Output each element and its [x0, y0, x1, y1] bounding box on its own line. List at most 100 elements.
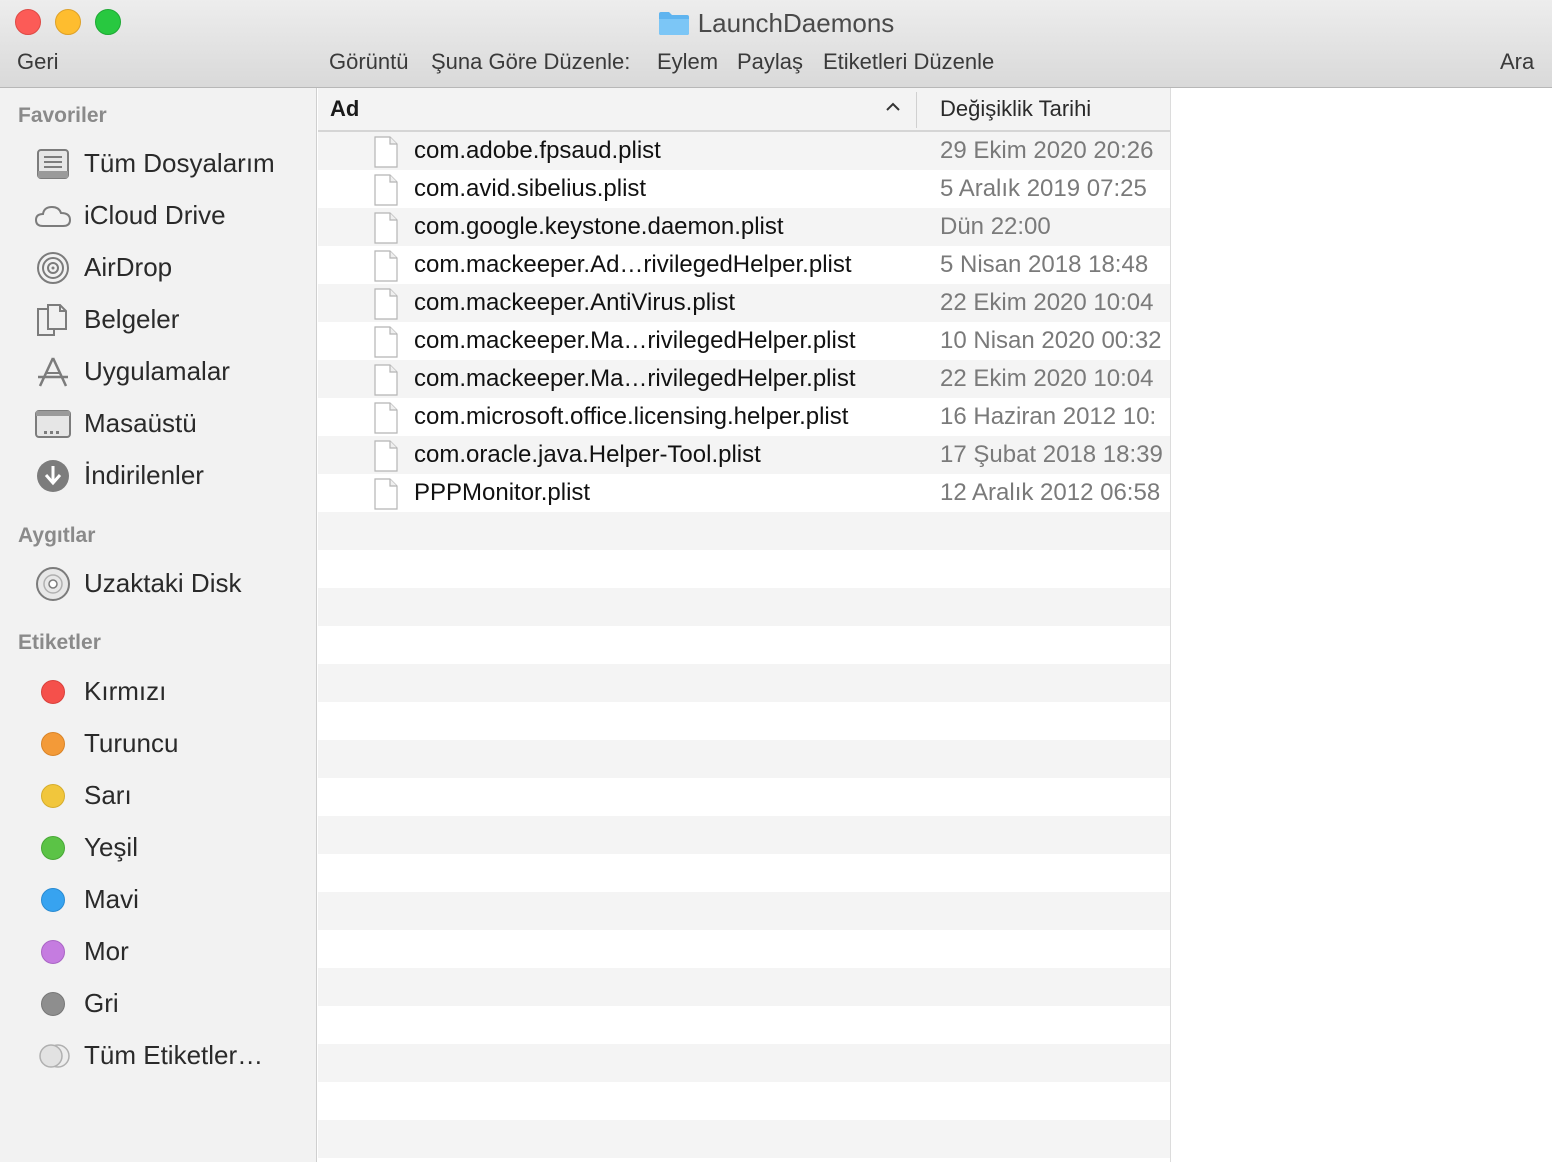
window-title: LaunchDaemons — [0, 7, 1552, 39]
all-tags-icon — [38, 1042, 72, 1070]
file-row[interactable]: com.mackeeper.Ad…rivilegedHelper.plist 5… — [318, 246, 1170, 284]
share-button[interactable]: Paylaş — [737, 46, 803, 78]
sidebar-item-all-files[interactable]: Tüm Dosyalarım — [0, 139, 316, 187]
file-list: Ad Değişiklik Tarihi com.adobe.fpsaud.pl… — [318, 88, 1170, 1162]
empty-row — [318, 1006, 1170, 1044]
file-date: 16 Haziran 2012 10: — [940, 403, 1157, 430]
file-row[interactable]: PPPMonitor.plist 12 Aralık 2012 06:58 — [318, 474, 1170, 512]
sidebar-item-label: Mavi — [84, 884, 139, 914]
file-name: PPPMonitor.plist — [414, 479, 591, 506]
window-toolbar: LaunchDaemons Geri Görüntü Şuna Göre Düz… — [0, 0, 1552, 88]
sidebar-item-tag-purple[interactable]: Mor — [0, 927, 316, 975]
document-icon — [374, 440, 398, 472]
file-date: Dün 22:00 — [940, 213, 1051, 240]
sidebar-item-downloads[interactable]: İndirilenler — [0, 451, 316, 499]
file-row[interactable]: com.adobe.fpsaud.plist 29 Ekim 2020 20:2… — [318, 132, 1170, 170]
search-button[interactable]: Ara — [1500, 46, 1534, 78]
sidebar-item-tag-orange[interactable]: Turuncu — [0, 719, 316, 767]
orange-tag-icon — [41, 732, 65, 756]
documents-icon — [34, 303, 72, 337]
desktop-icon — [34, 407, 72, 441]
file-row[interactable]: com.microsoft.office.licensing.helper.pl… — [318, 398, 1170, 436]
file-date: 22 Ekim 2020 10:04 — [940, 289, 1154, 316]
sort-ascending-icon[interactable] — [884, 98, 902, 116]
document-icon — [374, 402, 398, 434]
sidebar-item-all-tags[interactable]: Tüm Etiketler… — [0, 1031, 316, 1079]
back-button[interactable]: Geri — [17, 46, 59, 78]
sidebar-item-label: Mor — [84, 936, 129, 966]
empty-row — [318, 702, 1170, 740]
sidebar-item-tag-green[interactable]: Yeşil — [0, 823, 316, 871]
file-row[interactable]: com.mackeeper.AntiVirus.plist 22 Ekim 20… — [318, 284, 1170, 322]
sidebar-item-label: Tüm Etiketler… — [84, 1040, 264, 1070]
file-date: 5 Aralık 2019 07:25 — [940, 175, 1147, 202]
action-button[interactable]: Eylem — [657, 46, 718, 78]
file-date: 17 Şubat 2018 18:39 — [940, 441, 1163, 468]
file-name: com.mackeeper.Ma…rivilegedHelper.plist — [414, 365, 856, 392]
sidebar-item-label: Turuncu — [84, 728, 179, 758]
downloads-icon — [34, 459, 72, 493]
purple-tag-icon — [41, 940, 65, 964]
column-header-name[interactable]: Ad — [330, 96, 359, 122]
file-row[interactable]: com.avid.sibelius.plist 5 Aralık 2019 07… — [318, 170, 1170, 208]
file-name: com.mackeeper.Ma…rivilegedHelper.plist — [414, 327, 856, 354]
column-header-date[interactable]: Değişiklik Tarihi — [940, 96, 1091, 122]
sidebar-item-label: Belgeler — [84, 304, 180, 334]
window-title-text: LaunchDaemons — [697, 8, 895, 38]
file-name: com.mackeeper.Ad…rivilegedHelper.plist — [414, 251, 852, 278]
sidebar-item-remote-disc[interactable]: Uzaktaki Disk — [0, 559, 316, 607]
file-name: com.avid.sibelius.plist — [414, 175, 647, 202]
cloud-icon — [34, 199, 72, 233]
file-date: 12 Aralık 2012 06:58 — [940, 479, 1161, 506]
file-row[interactable]: com.mackeeper.Ma…rivilegedHelper.plist 1… — [318, 322, 1170, 360]
sidebar-item-tag-blue[interactable]: Mavi — [0, 875, 316, 923]
document-icon — [374, 478, 398, 510]
sidebar-item-label: Gri — [84, 988, 119, 1018]
file-row[interactable]: com.mackeeper.Ma…rivilegedHelper.plist 2… — [318, 360, 1170, 398]
column-divider[interactable] — [916, 92, 917, 128]
tags-header: Etiketler — [18, 631, 101, 654]
edit-tags-button[interactable]: Etiketleri Düzenle — [823, 46, 994, 78]
disc-icon — [34, 567, 72, 601]
document-icon — [374, 288, 398, 320]
arrange-button[interactable]: Şuna Göre Düzenle: — [431, 46, 630, 78]
devices-header: Aygıtlar — [18, 524, 96, 547]
file-date: 22 Ekim 2020 10:04 — [940, 365, 1154, 392]
sidebar-item-documents[interactable]: Belgeler — [0, 295, 316, 343]
file-name: com.adobe.fpsaud.plist — [414, 137, 661, 164]
view-button[interactable]: Görüntü — [329, 46, 409, 78]
file-row[interactable]: com.google.keystone.daemon.plist Dün 22:… — [318, 208, 1170, 246]
sidebar-item-applications[interactable]: Uygulamalar — [0, 347, 316, 395]
sidebar-item-label: AirDrop — [84, 252, 173, 282]
empty-row — [318, 968, 1170, 1006]
empty-row — [318, 892, 1170, 930]
airdrop-icon — [34, 251, 72, 285]
file-name: com.mackeeper.AntiVirus.plist — [414, 289, 736, 316]
sidebar-item-tag-gray[interactable]: Gri — [0, 979, 316, 1027]
sidebar: Favoriler Tüm Dosyalarım iCloud Drive Ai… — [0, 88, 317, 1162]
sidebar-item-label: İndirilenler — [84, 460, 204, 490]
file-row[interactable]: com.oracle.java.Helper-Tool.plist 17 Şub… — [318, 436, 1170, 474]
sidebar-item-label: Uygulamalar — [84, 356, 230, 386]
sidebar-item-label: iCloud Drive — [84, 200, 226, 230]
empty-row — [318, 512, 1170, 550]
sidebar-item-airdrop[interactable]: AirDrop — [0, 243, 316, 291]
empty-row — [318, 740, 1170, 778]
sidebar-item-label: Sarı — [84, 780, 132, 810]
empty-row — [318, 854, 1170, 892]
sidebar-item-icloud-drive[interactable]: iCloud Drive — [0, 191, 316, 239]
empty-row — [318, 626, 1170, 664]
sidebar-item-tag-red[interactable]: Kırmızı — [0, 667, 316, 715]
document-icon — [374, 326, 398, 358]
green-tag-icon — [41, 836, 65, 860]
document-icon — [374, 364, 398, 396]
empty-row — [318, 550, 1170, 588]
sidebar-item-label: Uzaktaki Disk — [84, 568, 242, 598]
sidebar-item-desktop[interactable]: Masaüstü — [0, 399, 316, 447]
document-icon — [374, 174, 398, 206]
all-files-icon — [34, 147, 72, 181]
empty-row — [318, 1120, 1170, 1158]
sidebar-item-tag-yellow[interactable]: Sarı — [0, 771, 316, 819]
preview-pane — [1170, 88, 1552, 1162]
column-header-bar: Ad Değişiklik Tarihi — [318, 88, 1170, 132]
